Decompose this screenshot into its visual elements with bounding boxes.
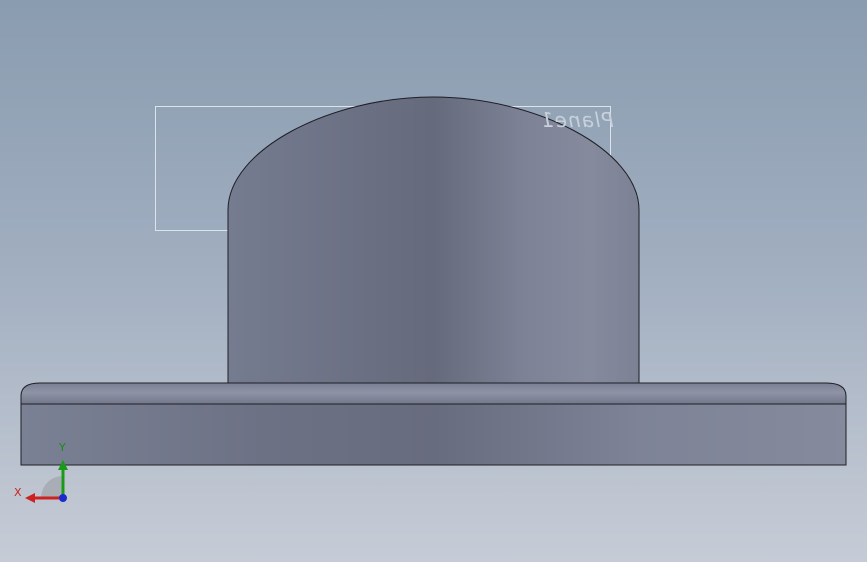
x-axis-head <box>25 493 35 503</box>
model-scene[interactable] <box>0 0 867 562</box>
base-plate[interactable] <box>20 403 847 466</box>
graphics-viewport[interactable]: Plane1 X Y <box>0 0 867 562</box>
plane1-label: Plane1 <box>540 108 614 132</box>
view-triad <box>25 460 68 503</box>
triad-y-label: Y <box>59 441 66 454</box>
base-lip[interactable] <box>20 382 847 405</box>
z-axis-dot <box>59 494 67 502</box>
triad-x-label: X <box>14 486 22 499</box>
boss-feature[interactable] <box>227 96 640 385</box>
triad-quadrant <box>41 476 63 498</box>
